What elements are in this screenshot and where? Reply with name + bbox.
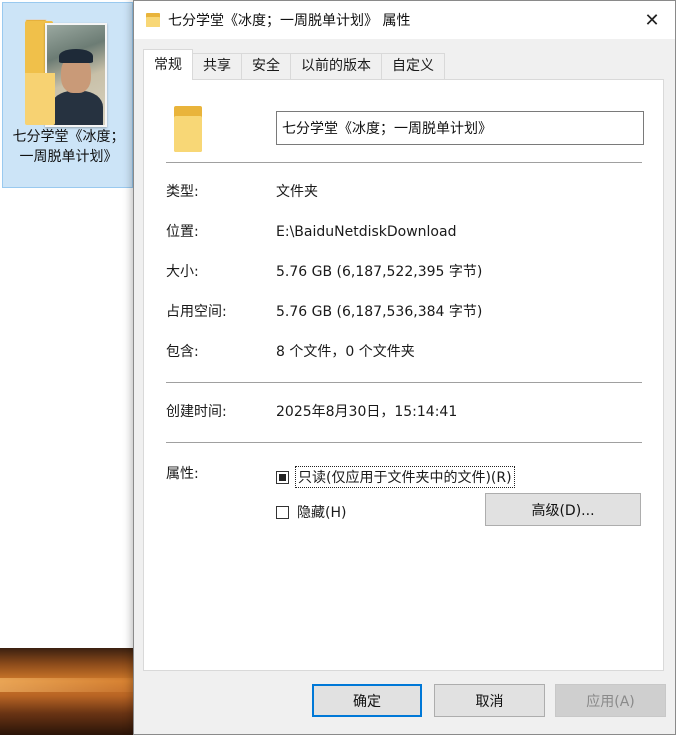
- ok-button[interactable]: 确定: [312, 684, 422, 717]
- cancel-button[interactable]: 取消: [434, 684, 545, 717]
- close-button[interactable]: ✕: [629, 1, 675, 39]
- advanced-button[interactable]: 高级(D)...: [485, 493, 641, 526]
- size-on-disk-row: 占用空间: 5.76 GB (6,187,536,384 字节): [166, 301, 642, 323]
- tab-strip: 常规 共享 安全 以前的版本 自定义: [143, 49, 445, 80]
- contains-value: 8 个文件，0 个文件夹: [276, 344, 415, 360]
- divider: [166, 382, 642, 383]
- location-row: 位置: E:\BaiduNetdiskDownload: [166, 221, 642, 243]
- created-value: 2025年8月30日，15:14:41: [276, 404, 458, 420]
- type-row: 类型: 文件夹: [166, 181, 642, 203]
- folder-name-input[interactable]: [276, 111, 644, 145]
- folder-icon: [146, 11, 160, 27]
- size-label: 大小:: [166, 264, 199, 280]
- contains-label: 包含:: [166, 344, 199, 360]
- dialog-title: 七分学堂《冰度；一周脱单计划》 属性: [168, 13, 411, 29]
- location-value: E:\BaiduNetdiskDownload: [276, 224, 457, 240]
- type-label: 类型:: [166, 184, 199, 200]
- folder-icon: [174, 106, 202, 152]
- tab-general[interactable]: 常规: [143, 49, 193, 80]
- desktop-wallpaper: [0, 648, 140, 735]
- desktop-folder-label: 七分学堂《冰度；一周脱单计划》: [12, 129, 125, 165]
- location-label: 位置:: [166, 224, 199, 240]
- desktop-folder-item[interactable]: 七分学堂《冰度；一周脱单计划》: [2, 2, 133, 188]
- tab-customize[interactable]: 自定义: [381, 53, 445, 79]
- apply-button[interactable]: 应用(A): [555, 684, 666, 717]
- hidden-label[interactable]: 隐藏(H): [295, 502, 348, 522]
- size-row: 大小: 5.76 GB (6,187,522,395 字节): [166, 261, 642, 283]
- folder-thumbnail-icon: [25, 15, 111, 127]
- hidden-checkbox-row[interactable]: 隐藏(H): [276, 501, 348, 523]
- close-icon: ✕: [644, 9, 660, 31]
- contains-row: 包含: 8 个文件，0 个文件夹: [166, 341, 642, 363]
- divider: [166, 162, 642, 163]
- readonly-label[interactable]: 只读(仅应用于文件夹中的文件)(R): [295, 466, 515, 488]
- hidden-checkbox[interactable]: [276, 505, 289, 519]
- size-on-disk-value: 5.76 GB (6,187,536,384 字节): [276, 304, 483, 320]
- readonly-checkbox-row[interactable]: 只读(仅应用于文件夹中的文件)(R): [276, 466, 515, 488]
- size-on-disk-label: 占用空间:: [166, 304, 227, 320]
- type-value: 文件夹: [276, 184, 318, 200]
- tab-previous-versions[interactable]: 以前的版本: [290, 53, 382, 79]
- general-panel: 类型: 文件夹 位置: E:\BaiduNetdiskDownload 大小: …: [143, 79, 664, 671]
- divider: [166, 442, 642, 443]
- attributes-label: 属性:: [166, 466, 199, 482]
- created-row: 创建时间: 2025年8月30日，15:14:41: [166, 401, 642, 423]
- tab-security[interactable]: 安全: [241, 53, 291, 79]
- created-label: 创建时间:: [166, 404, 227, 420]
- title-bar[interactable]: 七分学堂《冰度；一周脱单计划》 属性 ✕: [134, 1, 675, 39]
- readonly-checkbox[interactable]: [276, 470, 289, 484]
- properties-dialog: 七分学堂《冰度；一周脱单计划》 属性 ✕ 常规 共享 安全 以前的版本 自定义 …: [133, 0, 676, 735]
- size-value: 5.76 GB (6,187,522,395 字节): [276, 264, 483, 280]
- tab-sharing[interactable]: 共享: [192, 53, 242, 79]
